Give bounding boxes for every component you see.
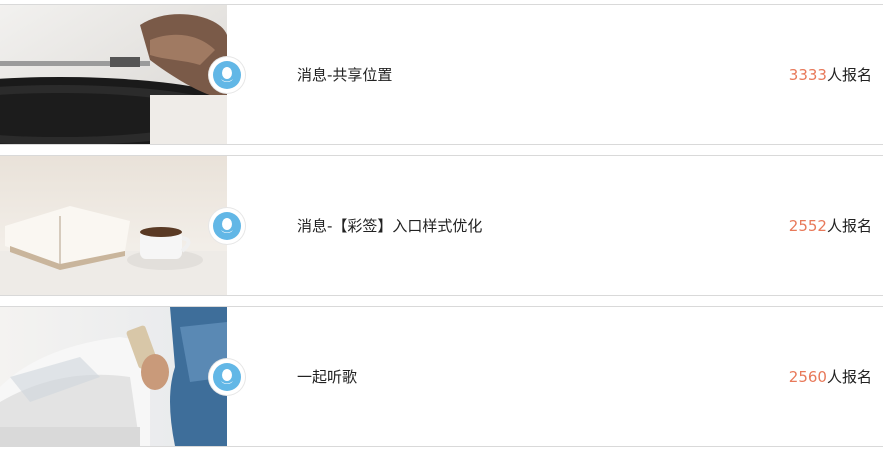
qq-penguin-icon xyxy=(209,57,245,93)
count-number: 2552 xyxy=(788,217,827,235)
list-item[interactable]: 消息-共享位置 3333人报名 xyxy=(0,4,883,145)
activity-list: 消息-共享位置 3333人报名 消息-【彩签】入口样式优化 2552人报名 一起… xyxy=(0,0,883,451)
count-suffix: 人报名 xyxy=(826,368,872,386)
record-player-photo xyxy=(0,5,227,144)
qq-penguin-icon xyxy=(209,208,245,244)
book-and-coffee-photo xyxy=(0,156,227,295)
signup-count: 2552人报名 xyxy=(789,216,872,236)
count-number: 3333 xyxy=(788,66,827,84)
count-suffix: 人报名 xyxy=(826,217,872,235)
item-title[interactable]: 一起听歌 xyxy=(297,367,357,387)
item-title[interactable]: 消息-【彩签】入口样式优化 xyxy=(297,216,482,236)
signup-count: 3333人报名 xyxy=(789,65,872,85)
count-suffix: 人报名 xyxy=(826,66,872,84)
signup-count: 2560人报名 xyxy=(789,367,872,387)
count-number: 2560 xyxy=(788,368,827,386)
phone-in-car-photo xyxy=(0,307,227,446)
list-item[interactable]: 一起听歌 2560人报名 xyxy=(0,306,883,447)
qq-penguin-icon xyxy=(209,359,245,395)
item-title[interactable]: 消息-共享位置 xyxy=(297,65,392,85)
list-item[interactable]: 消息-【彩签】入口样式优化 2552人报名 xyxy=(0,155,883,296)
